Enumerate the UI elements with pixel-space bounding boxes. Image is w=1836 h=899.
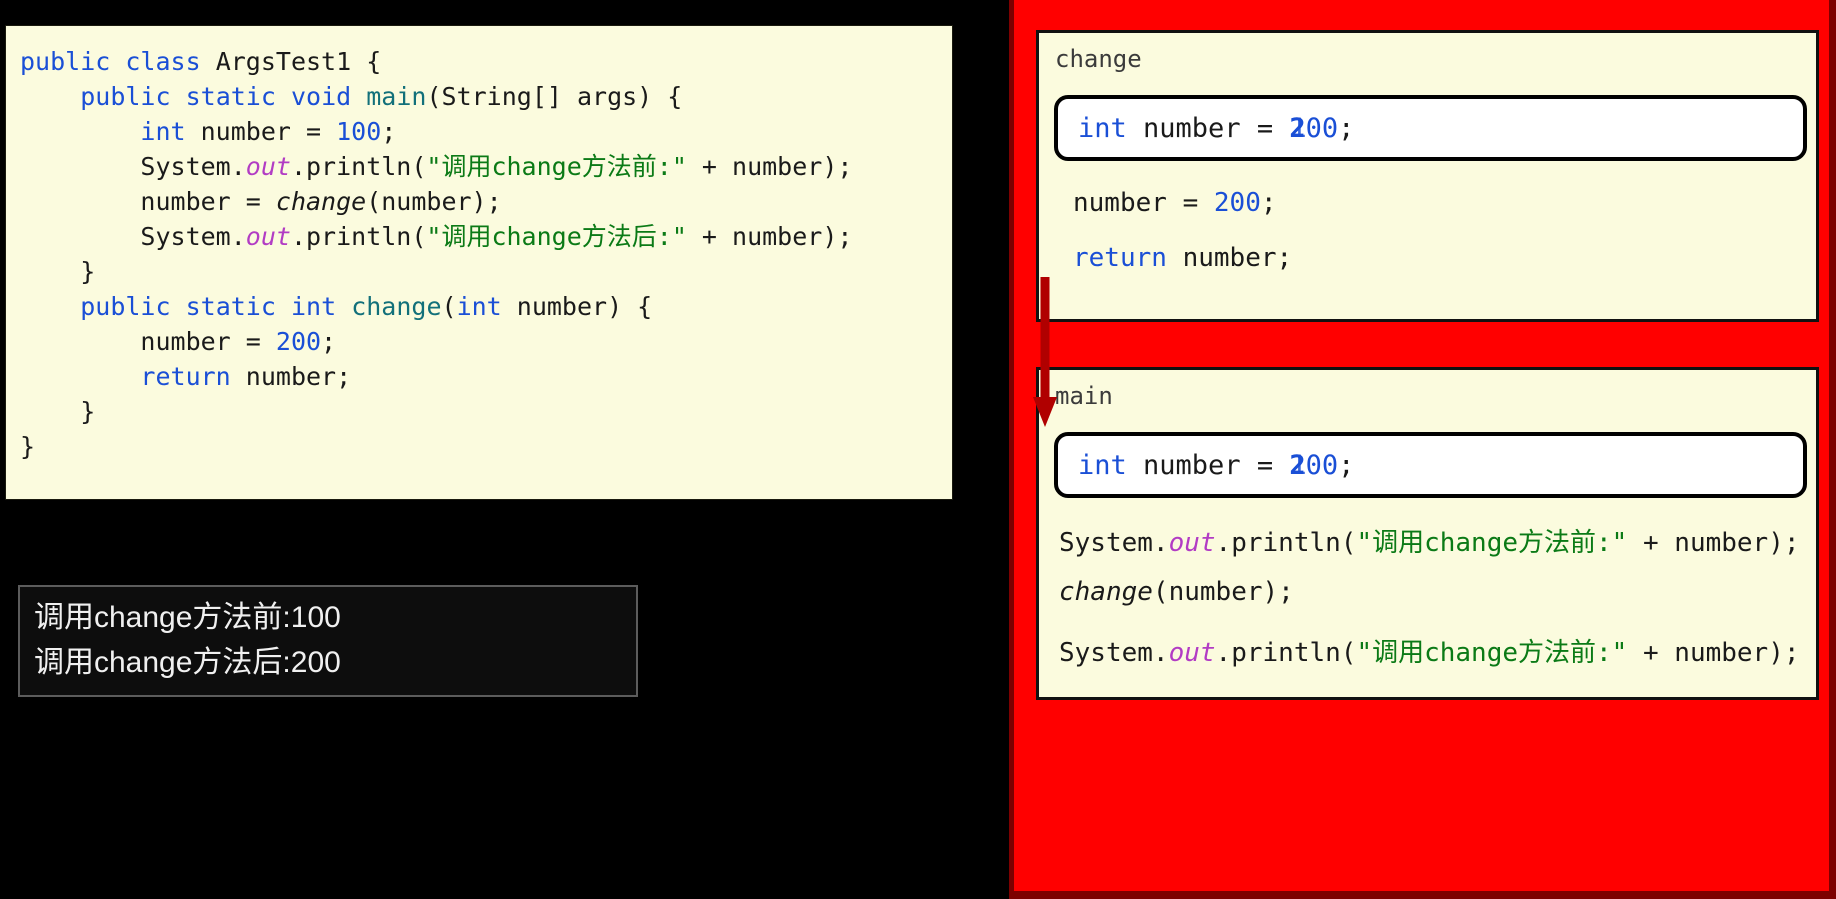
code-line: public static int change(int number) { — [80, 292, 653, 321]
code-line: } — [80, 397, 96, 426]
panel-divider-line — [1000, 0, 1004, 899]
console-output-lines: 调用change方法前:100 调用change方法后:200 — [34, 595, 636, 685]
main-statement-println-after: System.out.println("调用change方法前:" + numb… — [1059, 638, 1800, 668]
code-line: System.out.println("调用change方法前:" + numb… — [140, 152, 853, 181]
code-line: public static void main(String[] args) { — [80, 82, 683, 111]
source-code-editor[interactable]: public class ArgsTest1 { public static v… — [5, 25, 953, 500]
change-statement-return: return number; — [1073, 243, 1293, 273]
variable-declaration-change: int number = 1 200; — [1078, 112, 1355, 144]
console-output-box: 调用change方法前:100 调用change方法后:200 — [18, 585, 638, 697]
stack-frame-main: main int number = 1 200; System.out.print… — [1036, 367, 1819, 700]
console-output-line: 调用change方法后:200 — [34, 646, 341, 679]
main-statement-println-before: System.out.println("调用change方法前:" + numb… — [1059, 528, 1800, 558]
code-line: } — [20, 432, 36, 461]
code-line: } — [80, 257, 96, 286]
code-line: public class ArgsTest1 { — [20, 47, 382, 76]
variable-box-change: int number = 1 200; — [1054, 95, 1807, 161]
code-line: return number; — [140, 362, 352, 391]
variable-declaration-main: int number = 1 200; — [1078, 449, 1355, 481]
stack-frame-main-label: main — [1055, 382, 1113, 410]
stack-diagram-panel: change int number = 1 200; number = 200; … — [1009, 0, 1836, 899]
code-line: System.out.println("调用change方法后:" + numb… — [140, 222, 853, 251]
change-statement-assign: number = 200; — [1073, 188, 1277, 218]
main-statement-change-call: change(number); — [1059, 577, 1294, 607]
console-output-line: 调用change方法前:100 — [34, 601, 341, 634]
code-line: int number = 100; — [140, 117, 397, 146]
current-value-change: 2 — [1289, 112, 1306, 144]
current-value-main: 2 — [1289, 449, 1306, 481]
stack-frame-change: change int number = 1 200; number = 200; … — [1036, 30, 1819, 322]
code-lines: public class ArgsTest1 { public static v… — [20, 44, 952, 464]
left-panel: public class ArgsTest1 { public static v… — [0, 0, 986, 899]
code-line: number = change(number); — [140, 187, 502, 216]
stack-frame-change-label: change — [1055, 45, 1142, 73]
variable-box-main: int number = 1 200; — [1054, 432, 1807, 498]
panel-divider — [986, 0, 1000, 899]
code-line: number = 200; — [140, 327, 337, 356]
